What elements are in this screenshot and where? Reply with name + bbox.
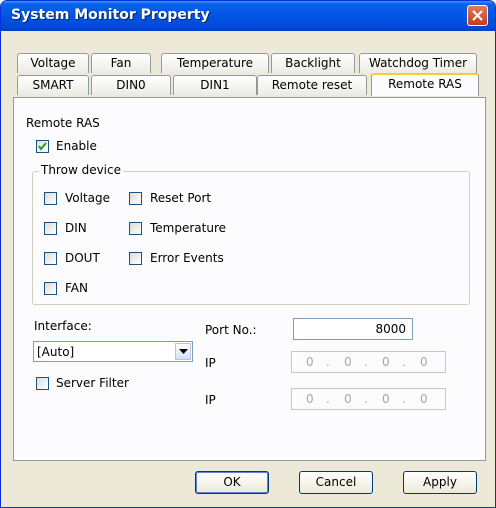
server-filter-label: Server Filter bbox=[56, 376, 129, 390]
tab-remote-ras[interactable]: Remote RAS bbox=[371, 73, 479, 96]
tab-panel: Remote RAS Enable Throw device Voltage R… bbox=[13, 97, 486, 461]
throw-dout-checkbox[interactable] bbox=[44, 252, 57, 265]
interface-label: Interface: bbox=[34, 319, 92, 333]
tab-watchdog-timer[interactable]: Watchdog Timer bbox=[359, 53, 477, 73]
ip2-octet-4: 0 bbox=[420, 392, 428, 406]
title-bar: System Monitor Property bbox=[1, 1, 495, 31]
port-value: 8000 bbox=[375, 322, 406, 336]
interface-value: [Auto] bbox=[37, 345, 75, 359]
ip2-octet-1: 0 bbox=[306, 392, 314, 406]
cancel-button[interactable]: Cancel bbox=[299, 471, 373, 494]
tab-smart[interactable]: SMART bbox=[17, 75, 89, 95]
ip1-octet-3: 0 bbox=[382, 355, 390, 369]
ip1-octet-1: 0 bbox=[306, 355, 314, 369]
throw-voltage-label: Voltage bbox=[65, 191, 111, 205]
ip2-octet-2: 0 bbox=[344, 392, 352, 406]
throw-device-group: Throw device Voltage Reset Port DIN Temp… bbox=[32, 163, 470, 305]
enable-checkbox[interactable] bbox=[36, 140, 49, 153]
throw-voltage-checkbox[interactable] bbox=[44, 192, 57, 205]
ip2-octet-3: 0 bbox=[382, 392, 390, 406]
close-button[interactable] bbox=[467, 5, 488, 26]
ok-button[interactable]: OK bbox=[195, 471, 269, 494]
throw-din-label: DIN bbox=[65, 221, 87, 235]
ip1-dot: . bbox=[402, 355, 406, 369]
chevron-down-icon bbox=[179, 349, 188, 354]
throw-dout-label: DOUT bbox=[65, 251, 100, 265]
throw-fan-checkbox[interactable] bbox=[44, 282, 57, 295]
window-title: System Monitor Property bbox=[11, 7, 210, 23]
ip1-dot: . bbox=[364, 355, 368, 369]
tab-temperature[interactable]: Temperature bbox=[161, 53, 269, 73]
throw-temperature-label: Temperature bbox=[150, 221, 227, 235]
throw-din-checkbox[interactable] bbox=[44, 222, 57, 235]
ip1-octet-2: 0 bbox=[344, 355, 352, 369]
tab-din1[interactable]: DIN1 bbox=[173, 75, 257, 95]
server-filter-checkbox[interactable] bbox=[36, 377, 49, 390]
tab-remote-reset[interactable]: Remote reset bbox=[257, 75, 367, 95]
ip2-dot: . bbox=[364, 392, 368, 406]
throw-error-events-label: Error Events bbox=[150, 251, 224, 265]
dropdown-button[interactable] bbox=[175, 343, 191, 360]
interface-select[interactable]: [Auto] bbox=[33, 341, 193, 362]
close-icon bbox=[472, 10, 483, 21]
ip2-field[interactable]: 0 . 0 . 0 . 0 bbox=[291, 388, 446, 410]
system-monitor-property-window: System Monitor Property Voltage Fan Temp… bbox=[0, 0, 496, 508]
ip2-dot: . bbox=[326, 392, 330, 406]
ip2-dot: . bbox=[402, 392, 406, 406]
tab-fan[interactable]: Fan bbox=[91, 53, 151, 73]
checkmark-icon bbox=[38, 142, 47, 151]
enable-label: Enable bbox=[56, 139, 97, 153]
ip2-label: IP bbox=[205, 393, 216, 407]
tab-backlight[interactable]: Backlight bbox=[271, 53, 355, 73]
port-label: Port No.: bbox=[205, 323, 257, 337]
throw-reset-port-checkbox[interactable] bbox=[129, 192, 142, 205]
remote-ras-heading: Remote RAS bbox=[26, 116, 100, 130]
tab-voltage[interactable]: Voltage bbox=[17, 53, 89, 73]
throw-fan-label: FAN bbox=[65, 281, 88, 295]
ip1-label: IP bbox=[205, 356, 216, 370]
tab-din0[interactable]: DIN0 bbox=[91, 75, 171, 95]
throw-temperature-checkbox[interactable] bbox=[129, 222, 142, 235]
port-input[interactable]: 8000 bbox=[293, 318, 413, 340]
ip1-field[interactable]: 0 . 0 . 0 . 0 bbox=[291, 351, 446, 373]
throw-reset-port-label: Reset Port bbox=[150, 191, 212, 205]
apply-button[interactable]: Apply bbox=[403, 471, 477, 494]
ip1-dot: . bbox=[326, 355, 330, 369]
ip1-octet-4: 0 bbox=[420, 355, 428, 369]
throw-error-events-checkbox[interactable] bbox=[129, 252, 142, 265]
throw-device-title: Throw device bbox=[39, 163, 123, 177]
